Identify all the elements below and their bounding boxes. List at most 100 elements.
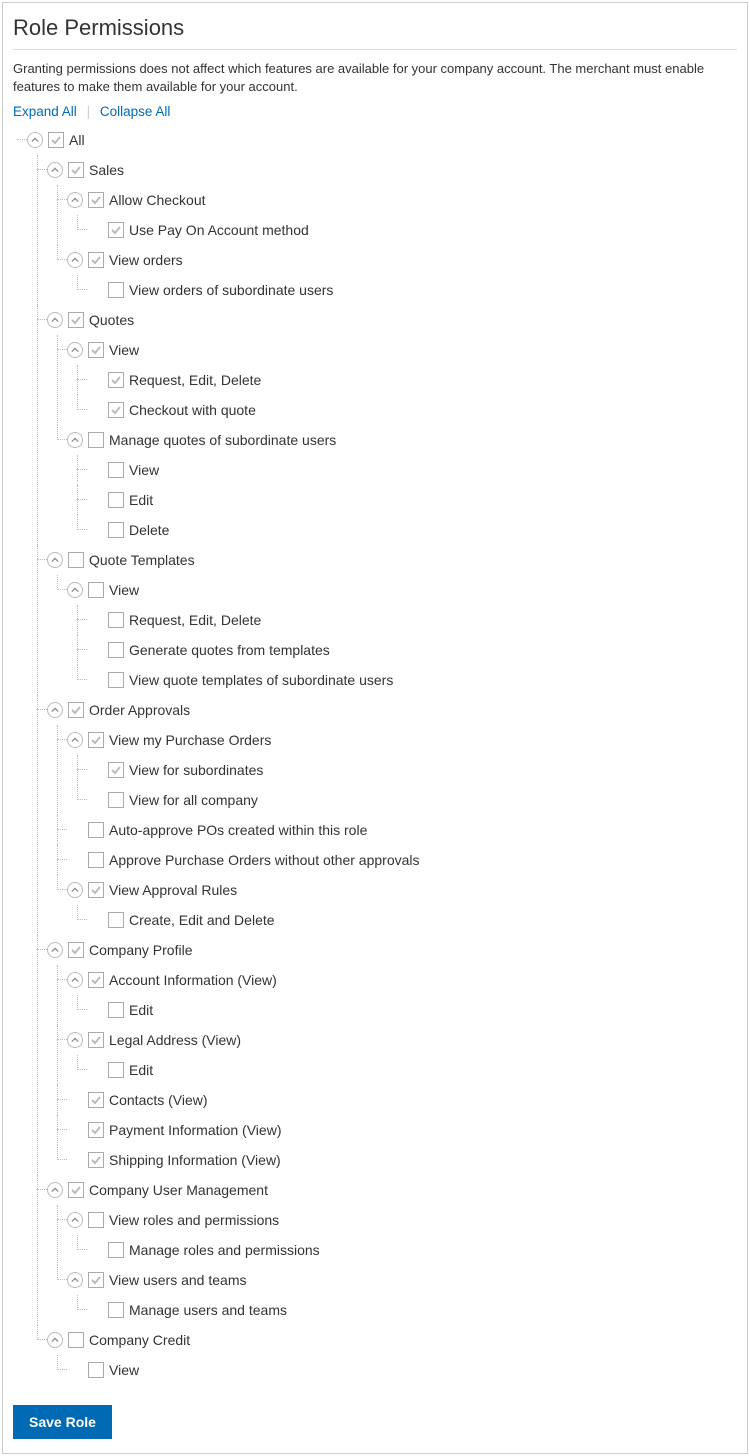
toggle-placeholder [87,672,103,688]
chevron-up-icon[interactable] [47,552,63,568]
checkbox[interactable] [108,612,124,628]
chevron-up-icon[interactable] [67,732,83,748]
tree-row: View for all company [87,785,737,815]
chevron-up-icon[interactable] [67,972,83,988]
tree-label: Company Credit [89,1332,190,1348]
checkbox[interactable] [88,732,104,748]
chevron-up-icon[interactable] [47,312,63,328]
checkbox[interactable] [108,1242,124,1258]
checkbox[interactable] [88,852,104,868]
chevron-up-icon[interactable] [47,1182,63,1198]
toggle-placeholder [87,462,103,478]
tree-node-checkout-with-quote: Checkout with quote [87,395,737,425]
chevron-up-icon[interactable] [47,702,63,718]
chevron-up-icon[interactable] [67,1032,83,1048]
checkbox[interactable] [88,432,104,448]
tree-children: ViewRequest, Edit, DeleteGenerate quotes… [67,575,737,695]
checkbox[interactable] [108,222,124,238]
checkbox[interactable] [108,642,124,658]
chevron-up-icon[interactable] [67,1272,83,1288]
tree-children: Edit [87,995,737,1025]
tree-label: Approve Purchase Orders without other ap… [109,852,420,868]
toggle-placeholder [67,822,83,838]
checkbox[interactable] [108,522,124,538]
tree-row: View orders [67,245,737,275]
tree-node-order-approvals: Order ApprovalsView my Purchase OrdersVi… [47,695,737,935]
checkbox[interactable] [68,1182,84,1198]
tree-children: View for subordinatesView for all compan… [87,755,737,815]
checkbox[interactable] [88,342,104,358]
checkbox[interactable] [88,1092,104,1108]
tree-children: Use Pay On Account method [87,215,737,245]
checkbox[interactable] [108,402,124,418]
checkbox[interactable] [108,1002,124,1018]
chevron-up-icon[interactable] [67,252,83,268]
checkbox[interactable] [88,972,104,988]
tree-row: View orders of subordinate users [87,275,737,305]
checkbox[interactable] [88,1032,104,1048]
tree-children: Allow CheckoutUse Pay On Account methodV… [67,185,737,305]
checkbox[interactable] [88,1152,104,1168]
expand-all-link[interactable]: Expand All [13,104,77,119]
chevron-up-icon[interactable] [47,942,63,958]
checkbox[interactable] [108,672,124,688]
checkbox[interactable] [88,582,104,598]
tree-row: Delete [87,515,737,545]
checkbox[interactable] [108,1062,124,1078]
checkbox[interactable] [88,1212,104,1228]
checkbox[interactable] [88,1122,104,1138]
checkbox[interactable] [68,312,84,328]
toggle-placeholder [87,1002,103,1018]
chevron-up-icon[interactable] [47,1332,63,1348]
checkbox[interactable] [68,162,84,178]
chevron-up-icon[interactable] [47,162,63,178]
tree-label: View roles and permissions [109,1212,279,1228]
chevron-up-icon[interactable] [67,1212,83,1228]
tree-node-view: View [67,1355,737,1385]
toggle-placeholder [87,1302,103,1318]
tree-row: View Approval Rules [67,875,737,905]
chevron-up-icon[interactable] [67,432,83,448]
checkbox[interactable] [68,942,84,958]
checkbox[interactable] [68,1332,84,1348]
tree-node-view-roles-and-permissions: View roles and permissions Manage roles a… [67,1205,737,1265]
checkbox[interactable] [108,282,124,298]
chevron-up-icon[interactable] [67,582,83,598]
tree-row: Quote Templates [47,545,737,575]
checkbox[interactable] [68,552,84,568]
tree-label: Request, Edit, Delete [129,372,261,388]
tree-node-use-pay-on-account-method: Use Pay On Account method [87,215,737,245]
checkbox[interactable] [108,1302,124,1318]
chevron-up-icon[interactable] [27,132,43,148]
checkbox[interactable] [108,372,124,388]
save-role-button[interactable]: Save Role [13,1405,112,1439]
checkbox[interactable] [88,252,104,268]
tree-row: Manage roles and permissions [87,1235,737,1265]
chevron-up-icon[interactable] [67,342,83,358]
checkbox[interactable] [88,192,104,208]
chevron-up-icon[interactable] [67,192,83,208]
collapse-all-link[interactable]: Collapse All [100,104,171,119]
tree-node-manage-roles-and-permissions: Manage roles and permissions [87,1235,737,1265]
checkbox[interactable] [88,1272,104,1288]
checkbox[interactable] [108,462,124,478]
tree-children: ViewEditDelete [87,455,737,545]
tree-node-edit: Edit [87,995,737,1025]
chevron-up-icon[interactable] [67,882,83,898]
tree-node-delete: Delete [87,515,737,545]
tree-label: Order Approvals [89,702,190,718]
tree-node-manage-users-and-teams: Manage users and teams [87,1295,737,1325]
checkbox[interactable] [88,1362,104,1378]
tree-node-company-user-management: Company User ManagementView roles and pe… [47,1175,737,1325]
checkbox[interactable] [68,702,84,718]
checkbox[interactable] [108,792,124,808]
checkbox[interactable] [108,912,124,928]
checkbox[interactable] [48,132,64,148]
checkbox[interactable] [108,492,124,508]
checkbox[interactable] [108,762,124,778]
tree-children: Create, Edit and Delete [87,905,737,935]
checkbox[interactable] [88,822,104,838]
tree-row: View for subordinates [87,755,737,785]
tree-row: Allow Checkout [67,185,737,215]
checkbox[interactable] [88,882,104,898]
